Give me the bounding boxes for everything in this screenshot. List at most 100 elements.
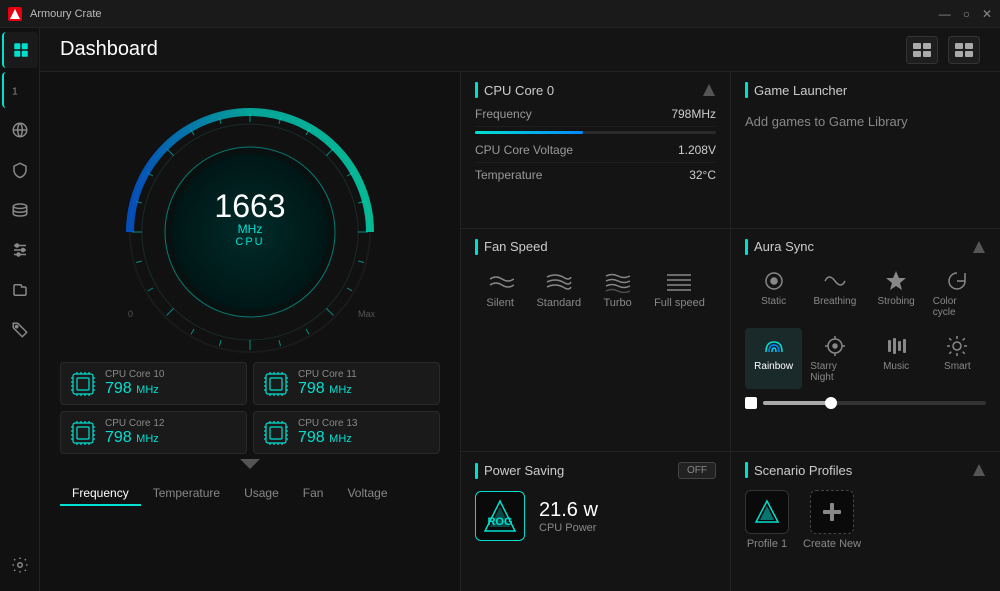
freq-bar-fill xyxy=(475,131,583,134)
core-10-info: CPU Core 10 798 MHz xyxy=(105,369,164,398)
fan-options: Silent Standard xyxy=(475,265,716,315)
profile-1-item[interactable]: Profile 1 xyxy=(745,490,789,550)
panel-accent xyxy=(475,463,478,479)
fan-option-silent-label: Silent xyxy=(486,297,514,309)
power-stats: 21.6 w CPU Power xyxy=(539,499,598,534)
core-12-name: CPU Core 12 xyxy=(105,418,164,429)
sidebar: 1 xyxy=(0,28,40,591)
fan-option-silent[interactable]: Silent xyxy=(476,265,524,315)
fan-option-turbo[interactable]: Turbo xyxy=(593,265,641,315)
power-saving-toggle[interactable]: OFF xyxy=(678,462,716,479)
sidebar-item-tools[interactable] xyxy=(2,272,38,308)
sidebar-item-shield[interactable] xyxy=(2,152,38,188)
power-panel-header: Power Saving OFF xyxy=(475,462,716,479)
fan-option-standard-label: Standard xyxy=(536,297,581,309)
core-card-13: CPU Core 13 798 MHz xyxy=(253,411,440,454)
gauge-center: 1663 MHz CPU xyxy=(214,190,285,248)
sidebar-item-settings[interactable] xyxy=(2,547,38,583)
view-toggle-2[interactable] xyxy=(948,36,980,64)
core-13-name: CPU Core 13 xyxy=(298,418,357,429)
cpu-core-icon xyxy=(262,370,290,398)
core-11-freq: 798 MHz xyxy=(298,380,357,398)
game-panel-title: Game Launcher xyxy=(754,83,847,98)
aura-option-music[interactable]: Music xyxy=(868,328,925,389)
core-13-freq: 798 MHz xyxy=(298,429,357,447)
app-title: Armoury Crate xyxy=(30,8,102,20)
tab-fan[interactable]: Fan xyxy=(291,482,336,506)
core-10-freq: 798 MHz xyxy=(105,380,164,398)
aura-rainbow-icon xyxy=(762,334,786,358)
core-card-12: CPU Core 12 798 MHz xyxy=(60,411,247,454)
freq-bar-wrapper xyxy=(475,127,716,138)
app-icon xyxy=(8,7,22,21)
panel-menu-icon[interactable] xyxy=(702,83,716,97)
minimize-button[interactable]: — xyxy=(939,7,951,21)
power-saving-panel: Power Saving OFF ROG xyxy=(461,452,730,591)
core-grid: CPU Core 10 798 MHz xyxy=(40,362,460,454)
scenario-profiles-panel: Scenario Profiles xyxy=(731,452,1000,591)
body-split: 0 Max 1663 MHz CPU xyxy=(40,72,1000,591)
sidebar-item-monitor[interactable]: 1 xyxy=(2,72,38,108)
gauge-value: 1663 xyxy=(214,190,285,222)
aura-option-color-cycle[interactable]: Color cycle xyxy=(929,263,986,324)
aura-breathing-label: Breathing xyxy=(813,296,856,307)
aura-option-rainbow[interactable]: Rainbow xyxy=(745,328,802,389)
svg-text:Max: Max xyxy=(358,309,376,319)
sidebar-item-tag[interactable] xyxy=(2,312,38,348)
temperature-label: Temperature xyxy=(475,168,542,182)
sidebar-item-sliders[interactable] xyxy=(2,232,38,268)
profile-1-label: Profile 1 xyxy=(747,538,787,550)
scenario-panel-title: Scenario Profiles xyxy=(754,463,852,478)
create-new-profile-item[interactable]: Create New xyxy=(803,490,861,550)
tab-voltage[interactable]: Voltage xyxy=(335,482,399,506)
aura-static-label: Static xyxy=(761,296,786,307)
panel-accent xyxy=(475,82,478,98)
tab-frequency[interactable]: Frequency xyxy=(60,482,141,506)
sidebar-item-storage[interactable] xyxy=(2,192,38,228)
fan-option-standard[interactable]: Standard xyxy=(526,265,591,315)
scenario-panel-menu-icon[interactable] xyxy=(972,463,986,477)
create-profile-icon xyxy=(810,490,854,534)
right-panel: CPU Core 0 Frequency 798MHz xyxy=(460,72,1000,591)
cpu-panel-title: CPU Core 0 xyxy=(484,83,554,98)
aura-panel-menu-icon[interactable] xyxy=(972,240,986,254)
sidebar-item-network[interactable] xyxy=(2,112,38,148)
cpu-panel-title-bar: CPU Core 0 xyxy=(475,82,554,98)
aura-option-static[interactable]: Static xyxy=(745,263,802,324)
chevron-down-icon[interactable] xyxy=(240,458,260,474)
core-card-10: CPU Core 10 798 MHz xyxy=(60,362,247,405)
frequency-label: Frequency xyxy=(475,107,532,121)
tab-usage[interactable]: Usage xyxy=(232,482,291,506)
aura-option-strobing[interactable]: Strobing xyxy=(868,263,925,324)
core-12-info: CPU Core 12 798 MHz xyxy=(105,418,164,447)
close-button[interactable]: ✕ xyxy=(982,7,992,21)
aura-option-breathing[interactable]: Breathing xyxy=(806,263,863,324)
aura-starry-night-label: Starry Night xyxy=(810,361,859,383)
aura-option-smart[interactable]: Smart xyxy=(929,328,986,389)
aura-options-row2: Rainbow Starry Night xyxy=(745,328,986,389)
create-new-label: Create New xyxy=(803,538,861,550)
frequency-row: Frequency 798MHz xyxy=(475,102,716,127)
core-10-name: CPU Core 10 xyxy=(105,369,164,380)
page-title: Dashboard xyxy=(60,38,158,61)
view-toggle-1[interactable] xyxy=(906,36,938,64)
tab-temperature[interactable]: Temperature xyxy=(141,482,232,506)
fan-option-full[interactable]: Full speed xyxy=(644,265,715,315)
aura-brightness-slider[interactable] xyxy=(745,395,986,411)
game-launcher-panel: Game Launcher Add games to Game Library xyxy=(731,72,1000,228)
sidebar-item-home[interactable] xyxy=(2,32,38,68)
temperature-row: Temperature 32°C xyxy=(475,163,716,187)
fan-panel-title: Fan Speed xyxy=(484,239,548,254)
aura-option-starry-night[interactable]: Starry Night xyxy=(806,328,863,389)
freq-bar-bg xyxy=(475,131,716,134)
aura-options-row1: Static Breathing Strobing xyxy=(745,263,986,324)
voltage-label: CPU Core Voltage xyxy=(475,143,573,157)
tab-bar: Frequency Temperature Usage Fan Voltage xyxy=(40,476,460,510)
slider-track[interactable] xyxy=(763,401,986,405)
aura-smart-label: Smart xyxy=(944,361,971,372)
profile-1-icon xyxy=(745,490,789,534)
cpu-panel-header: CPU Core 0 xyxy=(475,82,716,98)
core-13-info: CPU Core 13 798 MHz xyxy=(298,418,357,447)
cpu-core-icon xyxy=(69,419,97,447)
maximize-button[interactable]: ○ xyxy=(963,7,970,21)
